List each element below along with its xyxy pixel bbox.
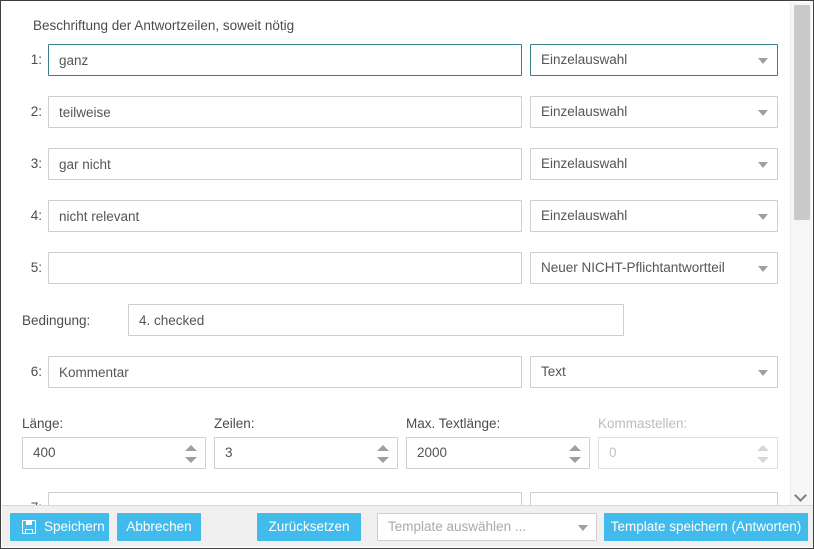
numeric-field-value: 0: [609, 445, 617, 460]
answer-row-number: 1:: [30, 52, 42, 67]
chevron-down-icon: [578, 525, 588, 531]
answer-type-select[interactable]: Einzelauswahl: [530, 44, 778, 76]
stepper-arrows-icon[interactable]: [569, 444, 581, 464]
numeric-field-label: Max. Textlänge:: [406, 416, 501, 431]
template-select-value: Template auswählen ...: [388, 519, 527, 534]
answer-row-number: 4:: [30, 208, 42, 223]
numeric-stepper-input[interactable]: 3: [214, 437, 398, 469]
template-select[interactable]: Template auswählen ...: [377, 513, 597, 541]
answer-label-input[interactable]: [48, 356, 522, 388]
answer-type-select-value: Einzelauswahl: [541, 156, 628, 171]
answer-row-number: 2:: [30, 104, 42, 119]
save-template-button[interactable]: Template speichern (Antworten): [604, 513, 808, 541]
answer-label-input[interactable]: [48, 252, 522, 284]
answer-label-input[interactable]: [48, 96, 522, 128]
page-title: Beschriftung der Antwortzeilen, soweit n…: [33, 18, 295, 33]
chevron-down-icon: [758, 266, 768, 272]
answer-row: 5: Neuer NICHT-Pflichtantwortteil: [2, 252, 791, 284]
stepper-arrows-icon[interactable]: [185, 444, 197, 464]
save-button[interactable]: Speichern: [10, 513, 109, 541]
numeric-stepper-input[interactable]: 2000: [406, 437, 590, 469]
answer-row: 2: Einzelauswahl: [2, 96, 791, 128]
chevron-down-icon: [758, 58, 768, 64]
answer-type-select-value: Einzelauswahl: [541, 52, 628, 67]
reset-button[interactable]: Zurücksetzen: [257, 513, 361, 541]
chevron-down-icon: [758, 370, 768, 376]
numeric-field-label: Zeilen:: [214, 416, 255, 431]
answer-row-number: 6:: [30, 364, 42, 379]
floppy-disk-icon: [22, 520, 36, 534]
stepper-arrows-icon: [757, 444, 769, 464]
numeric-field-value: 2000: [417, 445, 448, 460]
answer-type-select-value: Text: [541, 364, 566, 379]
answer-row: 6: Text: [2, 356, 791, 388]
scrollbar-thumb[interactable]: [794, 5, 810, 220]
chevron-down-icon: [758, 162, 768, 168]
answer-label-input[interactable]: [48, 200, 522, 232]
answer-type-select-value: Einzelauswahl: [541, 208, 628, 223]
numeric-field-label: Kommastellen:: [598, 416, 688, 431]
vertical-scrollbar[interactable]: [790, 2, 812, 507]
cancel-button[interactable]: Abbrechen: [117, 513, 201, 541]
answer-type-select[interactable]: Einzelauswahl: [530, 148, 778, 180]
answer-type-select[interactable]: Neuer NICHT-Pflichtantwortteil: [530, 252, 778, 284]
answer-row-number: 5:: [30, 260, 42, 275]
answer-type-select[interactable]: Einzelauswahl: [530, 200, 778, 232]
answer-label-input[interactable]: [48, 44, 522, 76]
stepper-arrows-icon[interactable]: [377, 444, 389, 464]
chevron-down-icon: [758, 214, 768, 220]
form-content-area: Beschriftung der Antwortzeilen, soweit n…: [2, 2, 791, 507]
answer-row: 4: Einzelauswahl: [2, 200, 791, 232]
answer-type-select-value: Einzelauswahl: [541, 104, 628, 119]
numeric-field-value: 400: [33, 445, 56, 460]
answer-label-input[interactable]: [48, 148, 522, 180]
numeric-field-label: Länge:: [22, 416, 64, 431]
numeric-field-group: Länge: 400: [22, 416, 206, 469]
bottom-toolbar: Speichern Abbrechen Zurücksetzen Templat…: [2, 505, 813, 547]
numeric-stepper-input: 0: [598, 437, 778, 469]
condition-label: Bedingung:: [22, 313, 91, 328]
numeric-stepper-input[interactable]: 400: [22, 437, 206, 469]
numeric-field-group: Max. Textlänge: 2000: [406, 416, 590, 469]
answer-type-select[interactable]: Text: [530, 356, 778, 388]
condition-input[interactable]: [128, 304, 624, 336]
answer-type-select[interactable]: Einzelauswahl: [530, 96, 778, 128]
scroll-down-arrow-icon[interactable]: [791, 487, 813, 503]
dialog-window: Beschriftung der Antwortzeilen, soweit n…: [0, 0, 814, 549]
chevron-down-icon: [758, 110, 768, 116]
numeric-field-group: Kommastellen: 0: [598, 416, 778, 469]
numeric-field-group: Zeilen: 3: [214, 416, 398, 469]
answer-row-number: 3:: [30, 156, 42, 171]
answer-row: 1: Einzelauswahl: [2, 44, 791, 76]
numeric-field-value: 3: [225, 445, 233, 460]
answer-type-select-value: Neuer NICHT-Pflichtantwortteil: [541, 260, 725, 275]
answer-row: 3: Einzelauswahl: [2, 148, 791, 180]
save-button-label: Speichern: [44, 519, 105, 534]
